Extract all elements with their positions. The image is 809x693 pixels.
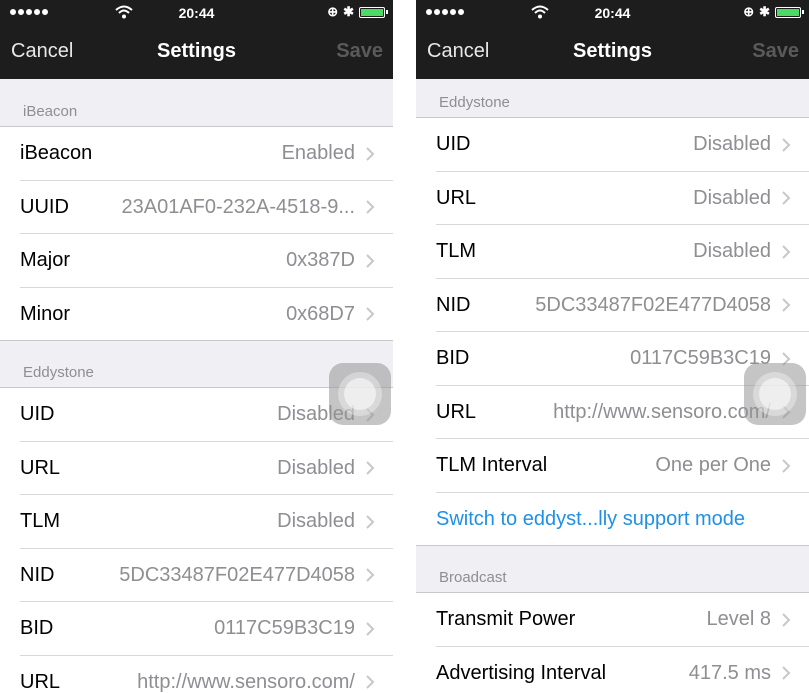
settings-row-url[interactable]: URL http://www.sensoro.com/ xyxy=(0,656,393,693)
row-label: NID xyxy=(436,293,471,316)
chevron-right-icon xyxy=(366,200,375,214)
settings-row-tlm[interactable]: TLM Disabled xyxy=(0,495,393,549)
chevron-right-icon xyxy=(366,622,375,636)
row-label: TLM xyxy=(436,240,476,263)
row-label: UUID xyxy=(20,195,69,218)
switch-mode-link-label: Switch to eddyst...lly support mode xyxy=(436,507,746,530)
row-value: Level 8 xyxy=(706,608,772,631)
chevron-right-icon xyxy=(366,147,375,161)
settings-row-major[interactable]: Major 0x387D xyxy=(0,234,393,288)
settings-screen-left: 20:44 ⊕ ✱ Cancel Settings Save iBeacon i… xyxy=(0,0,393,693)
chevron-right-icon xyxy=(366,254,375,268)
row-value: http://www.sensoro.com/ xyxy=(553,400,771,423)
bluetooth-icon: ✱ xyxy=(759,4,770,19)
settings-row-tlm[interactable]: TLM Disabled xyxy=(416,225,809,279)
assistive-touch-button[interactable] xyxy=(744,363,806,425)
row-value: Disabled xyxy=(693,240,771,263)
settings-row-uuid[interactable]: UUID 23A01AF0-232A-4518-9... xyxy=(0,181,393,235)
row-value: Disabled xyxy=(277,510,355,533)
settings-row-bid[interactable]: BID 0117C59B3C19 xyxy=(0,602,393,656)
battery-icon xyxy=(359,6,388,18)
row-value: 0x387D xyxy=(286,249,355,272)
settings-row-advertising-interval[interactable]: Advertising Interval 417.5 ms xyxy=(416,647,809,693)
row-value: 0x68D7 xyxy=(286,302,355,325)
chevron-right-icon xyxy=(782,191,791,205)
settings-row-nid[interactable]: NID 5DC33487F02E477D4058 xyxy=(416,279,809,333)
bluetooth-icon: ✱ xyxy=(343,4,354,19)
save-button[interactable]: Save xyxy=(336,40,383,63)
status-bar: 20:44 ⊕ ✱ xyxy=(0,0,393,26)
row-label: TLM Interval xyxy=(436,454,548,477)
chevron-right-icon xyxy=(366,515,375,529)
row-value: 5DC33487F02E477D4058 xyxy=(535,293,771,316)
row-label: Transmit Power xyxy=(436,608,576,631)
row-value: Disabled xyxy=(277,403,355,426)
row-label: URL xyxy=(436,186,477,209)
settings-row-url[interactable]: URL Disabled xyxy=(416,172,809,226)
chevron-right-icon xyxy=(782,298,791,312)
chevron-right-icon xyxy=(782,459,791,473)
row-value: Disabled xyxy=(693,186,771,209)
switch-mode-link[interactable]: Switch to eddyst...lly support mode xyxy=(416,493,809,547)
row-value: One per One xyxy=(655,454,771,477)
assistive-touch-button[interactable] xyxy=(329,363,391,425)
row-label: URL xyxy=(20,670,61,693)
battery-icon xyxy=(775,6,804,18)
chevron-right-icon xyxy=(366,461,375,475)
row-value: 0117C59B3C19 xyxy=(214,617,355,640)
row-label: UID xyxy=(436,133,471,156)
row-label: UID xyxy=(20,403,55,426)
row-label: Advertising Interval xyxy=(436,661,607,684)
row-label: NID xyxy=(20,563,55,586)
row-label: iBeacon xyxy=(20,142,93,165)
settings-screen-right: 20:44 ⊕ ✱ Cancel Settings Save Eddystone… xyxy=(416,0,809,693)
settings-row-tlm-interval[interactable]: TLM Interval One per One xyxy=(416,439,809,493)
row-label: TLM xyxy=(20,510,60,533)
chevron-right-icon xyxy=(366,675,375,689)
chevron-right-icon xyxy=(782,666,791,680)
row-value: 417.5 ms xyxy=(688,661,771,684)
chevron-right-icon xyxy=(782,245,791,259)
settings-row-minor[interactable]: Minor 0x68D7 xyxy=(0,288,393,342)
row-value: http://www.sensoro.com/ xyxy=(137,670,355,693)
row-label: URL xyxy=(20,456,61,479)
chevron-right-icon xyxy=(782,138,791,152)
row-label: Major xyxy=(20,249,71,272)
row-value: 0117C59B3C19 xyxy=(630,347,771,370)
settings-row-nid[interactable]: NID 5DC33487F02E477D4058 xyxy=(0,549,393,603)
row-value: 5DC33487F02E477D4058 xyxy=(119,563,355,586)
navigation-bar: Cancel Settings Save xyxy=(0,26,393,79)
row-value: 23A01AF0-232A-4518-9... xyxy=(121,195,356,218)
section-header-ibeacon: iBeacon xyxy=(0,79,393,127)
row-label: BID xyxy=(436,347,470,370)
page-title: Settings xyxy=(157,40,236,62)
chevron-right-icon xyxy=(366,307,375,321)
settings-row-transmit-power[interactable]: Transmit Power Level 8 xyxy=(416,593,809,647)
settings-row-url[interactable]: URL Disabled xyxy=(0,442,393,496)
settings-row-uid[interactable]: UID Disabled xyxy=(416,118,809,172)
chevron-right-icon xyxy=(782,613,791,627)
settings-row-ibeacon[interactable]: iBeacon Enabled xyxy=(0,127,393,181)
section-header-broadcast: Broadcast xyxy=(416,546,809,593)
navigation-bar: Cancel Settings Save xyxy=(416,26,809,79)
section-header-eddystone: Eddystone xyxy=(416,79,809,118)
save-button[interactable]: Save xyxy=(752,40,799,63)
status-bar: 20:44 ⊕ ✱ xyxy=(416,0,809,26)
row-value: Disabled xyxy=(693,133,771,156)
row-label: BID xyxy=(20,617,54,640)
rotation-lock-icon: ⊕ xyxy=(327,4,339,19)
row-value: Enabled xyxy=(281,142,355,165)
rotation-lock-icon: ⊕ xyxy=(743,4,755,19)
row-label: URL xyxy=(436,400,477,423)
row-label: Minor xyxy=(20,302,71,325)
chevron-right-icon xyxy=(366,568,375,582)
page-title: Settings xyxy=(573,40,652,62)
row-value: Disabled xyxy=(277,456,355,479)
